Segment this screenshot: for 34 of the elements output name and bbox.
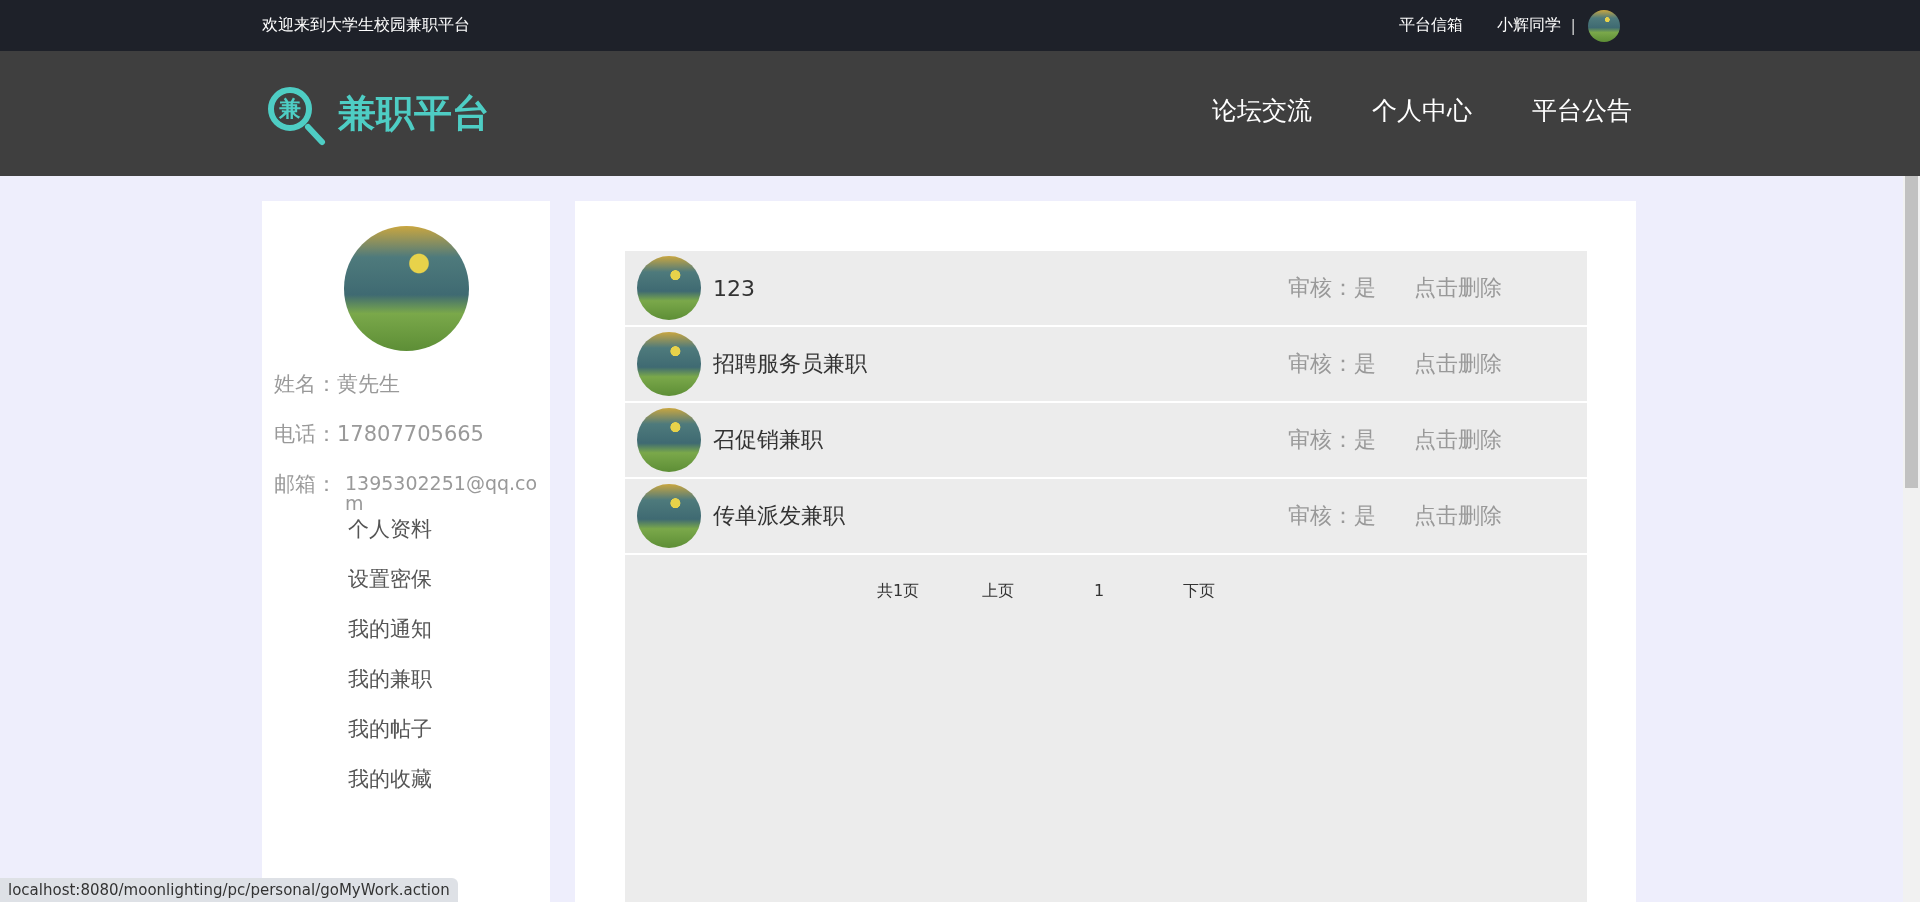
- welcome-text: 欢迎来到大学生校园兼职平台: [262, 15, 471, 36]
- field-label: 姓名：: [274, 371, 337, 397]
- field-value: 黄先生: [337, 371, 400, 397]
- field-value: 17807705665: [337, 421, 484, 447]
- page-number-link[interactable]: 1: [1094, 581, 1183, 602]
- user-avatar: [1588, 9, 1620, 42]
- separator: |: [1570, 16, 1576, 35]
- job-title: 传单派发兼职: [713, 502, 846, 530]
- review-status: 审核：是: [1288, 426, 1377, 454]
- sidebar-link[interactable]: 我的兼职: [348, 665, 538, 693]
- sidebar-link[interactable]: 我的收藏: [348, 765, 538, 793]
- top-link[interactable]: 小辉同学: [1496, 15, 1561, 36]
- review-status: 审核：是: [1288, 350, 1377, 378]
- sidebar-link[interactable]: 个人资料: [348, 515, 538, 543]
- review-status: 审核：是: [1288, 502, 1377, 530]
- sidebar-link[interactable]: 我的帖子: [348, 715, 538, 743]
- nav-link[interactable]: 个人中心: [1372, 93, 1472, 134]
- job-title: 招聘服务员兼职: [713, 350, 868, 378]
- field-label: 邮箱：: [274, 471, 337, 498]
- job-title: 123: [713, 275, 756, 301]
- logo-text: 兼职平台: [338, 90, 490, 137]
- sidebar-link[interactable]: 我的通知: [348, 615, 538, 643]
- top-link[interactable]: 平台信箱: [1398, 15, 1463, 36]
- field-value: 1395302251@qq.com: [344, 471, 538, 513]
- job-title: 召促销兼职: [713, 426, 824, 454]
- page-count: 共1页: [877, 581, 921, 602]
- status-url: localhost:8080/moonlighting/pc/personal/goMyWork.action: [0, 878, 458, 902]
- nav-link[interactable]: 平台公告: [1532, 93, 1632, 134]
- review-status: 审核：是: [1288, 274, 1377, 302]
- nav-link[interactable]: 论坛交流: [1212, 93, 1312, 134]
- next-page-link[interactable]: 下页: [1183, 581, 1215, 602]
- sidebar-link[interactable]: 设置密保: [348, 565, 538, 593]
- field-label: 电话：: [274, 421, 337, 447]
- prev-page-link[interactable]: 上页: [982, 581, 1094, 602]
